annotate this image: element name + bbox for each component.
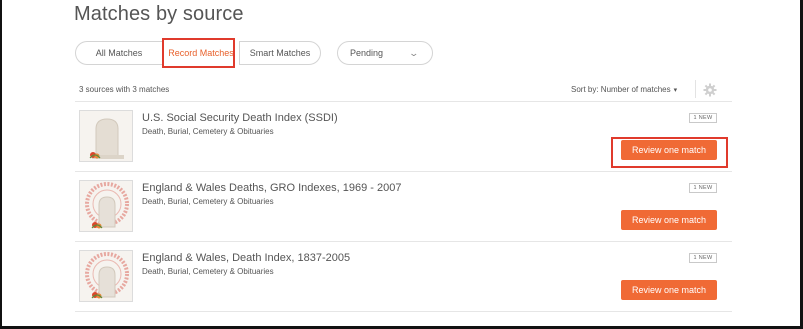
review-match-button[interactable]: Review one match	[621, 210, 717, 230]
source-category: Death, Burial, Cemetery & Obituaries	[142, 267, 274, 276]
tab-smart-matches[interactable]: Smart Matches	[239, 41, 321, 65]
highlight-box-review-button	[611, 137, 728, 168]
divider	[695, 80, 696, 98]
new-badge: 1 NEW	[689, 183, 717, 193]
gravestone-icon	[79, 110, 133, 162]
gravestone-seal-icon	[79, 180, 133, 232]
tab-all-matches[interactable]: All Matches	[75, 41, 162, 65]
gravestone-seal-icon	[79, 250, 133, 302]
new-badge: 1 NEW	[689, 253, 717, 263]
page-title: Matches by source	[74, 3, 244, 25]
results-summary: 3 sources with 3 matches	[79, 85, 170, 94]
source-title[interactable]: England & Wales, Death Index, 1837-2005	[142, 252, 350, 264]
highlight-box-record-tab	[162, 38, 235, 68]
new-badge: 1 NEW	[689, 113, 717, 123]
caret-down-icon: ▾	[673, 87, 678, 94]
review-match-button[interactable]: Review one match	[621, 280, 717, 300]
sort-dropdown[interactable]: Sort by: Number of matches ▾	[571, 85, 677, 94]
source-category: Death, Burial, Cemetery & Obituaries	[142, 197, 274, 206]
source-category: Death, Burial, Cemetery & Obituaries	[142, 127, 274, 136]
gear-icon[interactable]	[703, 83, 717, 97]
status-select[interactable]: Pending ⌄	[337, 41, 433, 65]
source-title[interactable]: U.S. Social Security Death Index (SSDI)	[142, 112, 338, 124]
source-row: England & Wales, Death Index, 1837-2005 …	[75, 242, 732, 312]
status-select-value: Pending	[350, 48, 384, 58]
source-title[interactable]: England & Wales Deaths, GRO Indexes, 196…	[142, 182, 401, 194]
source-row: England & Wales Deaths, GRO Indexes, 196…	[75, 172, 732, 242]
chevron-down-icon: ⌄	[408, 48, 420, 58]
sort-label: Sort by: Number of matches	[571, 85, 671, 94]
